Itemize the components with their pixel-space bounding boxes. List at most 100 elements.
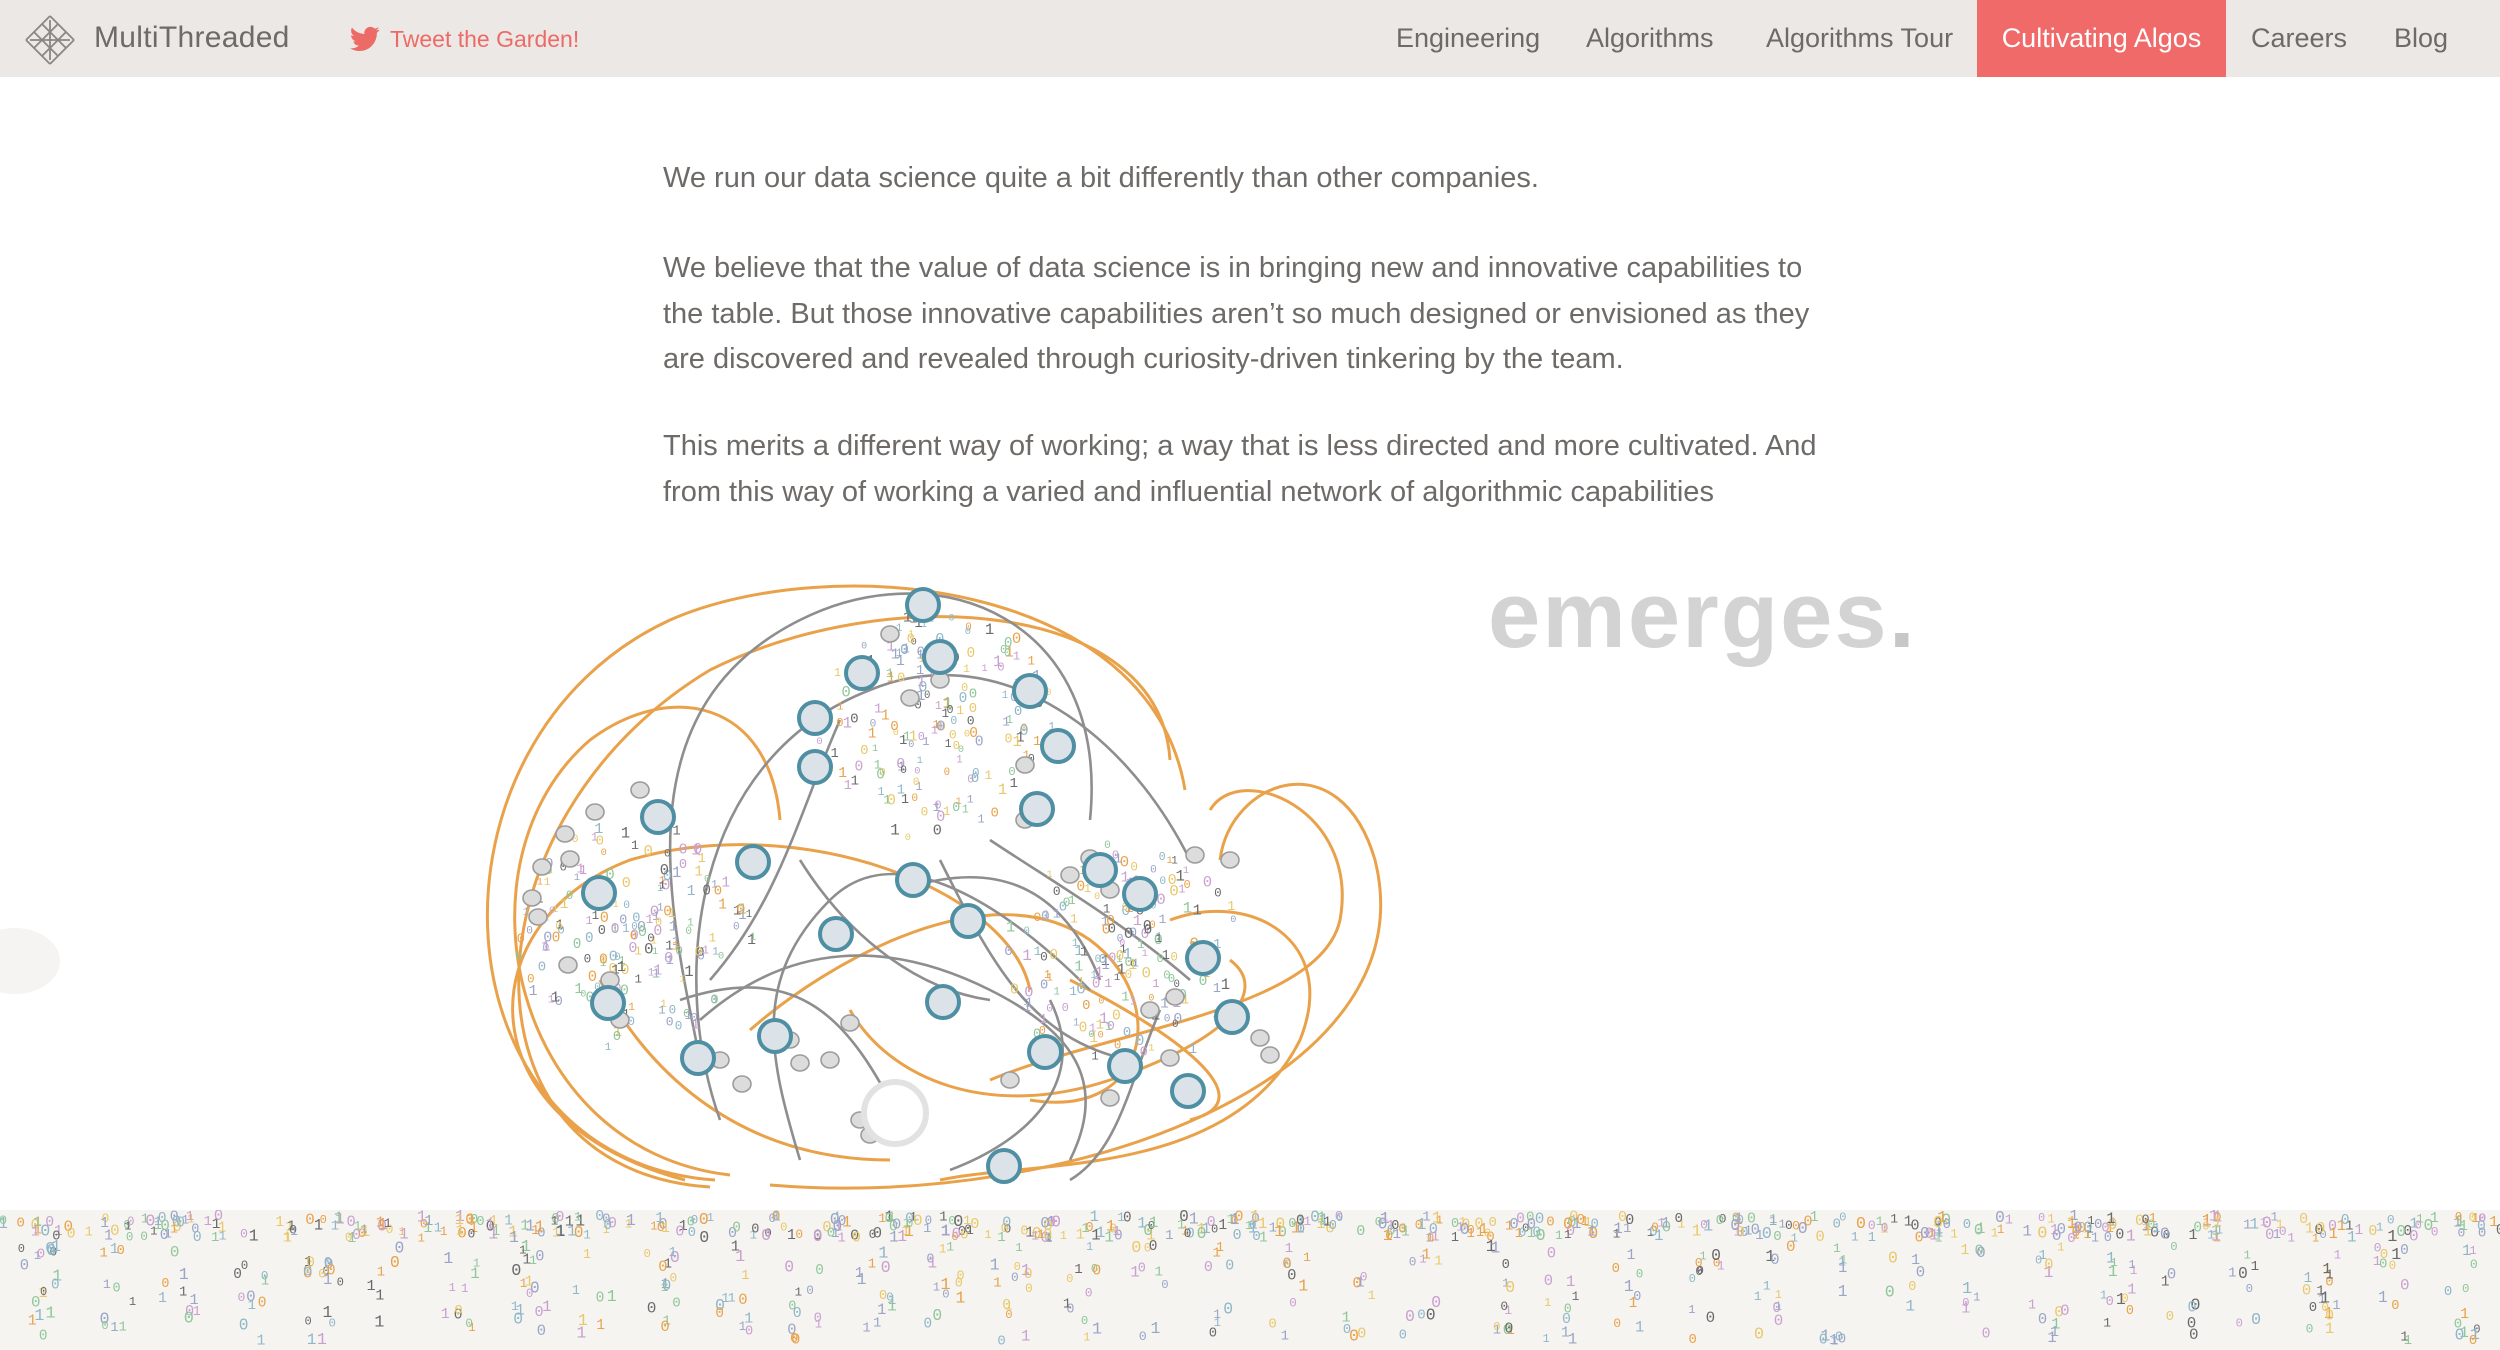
minor-node[interactable] — [1160, 1049, 1180, 1067]
algorithm-node[interactable] — [922, 639, 958, 675]
minor-node[interactable] — [1100, 1089, 1120, 1107]
minor-node[interactable] — [528, 908, 548, 926]
minor-node[interactable] — [1140, 1001, 1160, 1019]
binary-digit: 1 — [1054, 986, 1060, 998]
nav-blog[interactable]: Blog — [2394, 0, 2448, 77]
algorithm-node[interactable] — [1122, 876, 1158, 912]
binary-digit: 1 — [2161, 1274, 2170, 1290]
binary-digit: 0 — [1040, 978, 1048, 993]
binary-digit: 1 — [1688, 1303, 1695, 1317]
binary-digit: 1 — [1183, 900, 1192, 918]
minor-node[interactable] — [630, 781, 650, 799]
minor-node[interactable] — [900, 689, 920, 707]
minor-node[interactable] — [840, 1014, 860, 1032]
binary-digit: 0 — [1203, 873, 1212, 891]
minor-node[interactable] — [1000, 1071, 1020, 1089]
algorithm-node[interactable] — [1040, 728, 1076, 764]
tweet-link[interactable]: Tweet the Garden! — [350, 20, 579, 58]
algorithm-node[interactable] — [1214, 999, 1250, 1035]
algorithm-node[interactable] — [797, 700, 833, 736]
binary-digit: 0 — [953, 739, 960, 753]
algorithm-node[interactable] — [895, 862, 931, 898]
algorithm-node[interactable] — [1170, 1073, 1206, 1109]
algorithm-node[interactable] — [950, 903, 986, 939]
binary-digit: 0 — [2170, 1240, 2177, 1254]
binary-digit: 1 — [928, 1254, 938, 1272]
algorithm-node[interactable] — [581, 875, 617, 911]
minor-node[interactable] — [1060, 866, 1080, 884]
algorithm-node[interactable] — [640, 799, 676, 835]
brand-name[interactable]: MultiThreaded — [94, 18, 290, 58]
binary-digit: 0 — [957, 1270, 965, 1285]
algorithm-node[interactable] — [1082, 852, 1118, 888]
algorithm-node[interactable] — [735, 844, 771, 880]
binary-digit: 0 — [675, 1018, 683, 1033]
algorithm-node[interactable] — [1185, 940, 1221, 976]
nav-cultivating-algos[interactable]: Cultivating Algos — [1977, 0, 2226, 77]
side-scroll-tab[interactable] — [0, 928, 60, 994]
algorithm-node[interactable] — [757, 1018, 793, 1054]
minor-node[interactable] — [1220, 851, 1240, 869]
algorithm-node[interactable] — [844, 655, 880, 691]
binary-digit: 1 — [1221, 976, 1230, 994]
binary-digit: 1 — [834, 666, 841, 680]
minor-node[interactable] — [585, 803, 605, 821]
hub-ring-node[interactable] — [861, 1079, 929, 1147]
minor-node[interactable] — [560, 850, 580, 868]
binary-digit: 0 — [241, 1259, 249, 1273]
binary-digit: 1 — [2325, 1320, 2335, 1338]
binary-digit: 0 — [751, 1223, 759, 1238]
binary-digit: 0 — [1885, 1283, 1895, 1302]
minor-node[interactable] — [732, 1075, 752, 1093]
binary-digit: 0 — [769, 1211, 777, 1226]
minor-node[interactable] — [522, 889, 542, 907]
binary-digit: 1 — [2213, 1215, 2222, 1231]
minor-node[interactable] — [532, 858, 552, 876]
minor-node[interactable] — [1250, 1029, 1270, 1047]
algorithm-node[interactable] — [905, 587, 941, 623]
lattice-logo-icon[interactable] — [22, 12, 78, 68]
binary-digit: 1 — [899, 734, 907, 749]
nav-algorithms-tour[interactable]: Algorithms Tour — [1766, 0, 1953, 77]
binary-digit: 1 — [1015, 1241, 1022, 1255]
binary-digit: 0 — [1033, 910, 1041, 925]
minor-node[interactable] — [1260, 1046, 1280, 1064]
binary-digit: 0 — [2444, 1284, 2452, 1300]
binary-digit: 0 — [933, 821, 942, 839]
algorithm-node[interactable] — [986, 1148, 1022, 1184]
algorithm-node[interactable] — [1027, 1034, 1063, 1070]
algorithm-node[interactable] — [1107, 1048, 1143, 1084]
minor-node[interactable] — [558, 956, 578, 974]
binary-digit: 1 — [739, 1320, 747, 1334]
binary-digit: 0 — [991, 806, 999, 822]
binary-digit: 1 — [314, 1216, 323, 1234]
minor-node[interactable] — [1165, 988, 1185, 1006]
algorithm-node[interactable] — [680, 1040, 716, 1076]
binary-digit: 1 — [1544, 1296, 1551, 1310]
algorithm-node[interactable] — [1019, 791, 1055, 827]
binary-digit: 0 — [1505, 1278, 1515, 1297]
binary-digit: 1 — [1037, 1227, 1045, 1242]
binary-digit: 0 — [1502, 1258, 1510, 1273]
algorithm-node[interactable] — [818, 916, 854, 952]
nav-careers[interactable]: Careers — [2251, 0, 2347, 77]
nav-algorithms[interactable]: Algorithms — [1586, 0, 1714, 77]
algorithm-node[interactable] — [797, 749, 833, 785]
binary-digit: 1 — [611, 923, 618, 935]
binary-digit: 0 — [1150, 865, 1157, 877]
minor-node[interactable] — [820, 1051, 840, 1069]
minor-node[interactable] — [880, 625, 900, 643]
minor-node[interactable] — [555, 825, 575, 843]
binary-digit: 1 — [572, 1284, 580, 1299]
algorithm-node[interactable] — [1012, 673, 1048, 709]
binary-digit: 0 — [623, 900, 630, 912]
binary-digit: 1 — [2304, 1271, 2313, 1287]
algorithm-node[interactable] — [590, 985, 626, 1021]
minor-node[interactable] — [790, 1054, 810, 1072]
minor-node[interactable] — [1015, 756, 1035, 774]
algorithm-node[interactable] — [925, 984, 961, 1020]
minor-node[interactable] — [1185, 846, 1205, 864]
binary-digit: 1 — [248, 1298, 256, 1314]
binary-digit: 0 — [790, 1332, 798, 1347]
nav-engineering[interactable]: Engineering — [1396, 0, 1540, 77]
